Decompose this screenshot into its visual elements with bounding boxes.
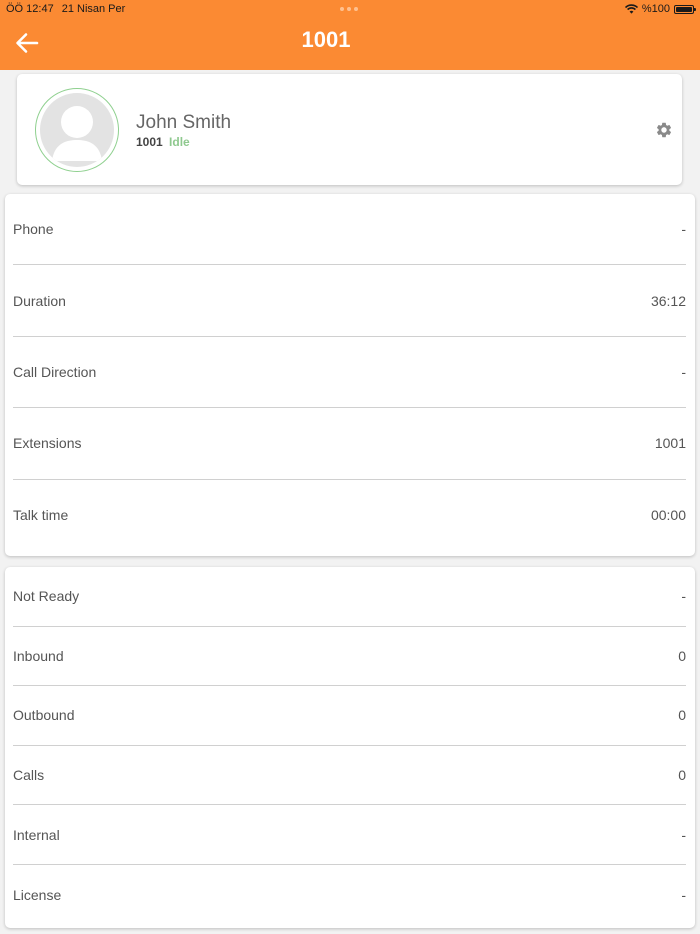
stat-row-internal: Internal - [13, 805, 686, 865]
info-row-phone: Phone - [13, 194, 686, 266]
row-value: 36:12 [650, 292, 686, 309]
stat-row-outbound: Outbound 0 [13, 686, 686, 746]
row-value: 00:00 [650, 507, 686, 524]
row-label: Talk time [13, 507, 69, 524]
row-label: Extensions [13, 435, 82, 452]
stat-row-not-ready: Not Ready - [13, 567, 686, 627]
battery-icon [674, 4, 696, 14]
info-row-talk-time: Talk time 00:00 [13, 480, 686, 551]
row-value: 0 [678, 767, 686, 784]
app-header: ÖÖ 12:47 21 Nisan Per %100 1001 [0, 0, 700, 70]
wifi-icon [624, 4, 638, 14]
stat-row-calls: Calls 0 [13, 746, 686, 806]
profile-extension: 1001 [136, 135, 163, 149]
info-row-extensions: Extensions 1001 [13, 408, 686, 480]
status-bar: ÖÖ 12:47 21 Nisan Per %100 [0, 0, 700, 18]
stat-row-license: License - [13, 865, 686, 925]
status-time: ÖÖ 12:47 [6, 3, 54, 15]
row-value: - [681, 826, 686, 843]
battery-percent: %100 [641, 3, 670, 15]
row-value: - [681, 886, 686, 903]
stat-row-inbound: Inbound 0 [13, 627, 686, 687]
call-info-card: Phone - Duration 36:12 Call Direction - … [5, 194, 695, 556]
status-date: 21 Nisan Per [61, 3, 126, 15]
profile-subtitle: 1001 Idle [136, 135, 190, 149]
page-title: 1001 [301, 27, 351, 52]
status-right: %100 [624, 3, 696, 15]
info-row-call-direction: Call Direction - [13, 337, 686, 409]
row-value: 1001 [654, 435, 686, 452]
row-value: 0 [678, 647, 686, 664]
row-label: Phone [13, 221, 54, 238]
row-label: Inbound [13, 647, 64, 664]
row-value: - [681, 588, 686, 605]
row-label: Internal [13, 826, 60, 843]
row-label: Not Ready [13, 588, 80, 605]
info-row-duration: Duration 36:12 [13, 265, 686, 337]
gear-icon[interactable] [655, 121, 673, 139]
row-value: 0 [678, 707, 686, 724]
status-left: ÖÖ 12:47 21 Nisan Per [6, 3, 133, 15]
row-label: License [13, 886, 62, 903]
stats-card: Not Ready - Inbound 0 Outbound 0 Calls 0… [5, 567, 695, 928]
row-label: Outbound [13, 707, 75, 724]
row-label: Call Direction [13, 363, 97, 380]
user-placeholder-icon [52, 106, 102, 161]
profile-name: John Smith [136, 112, 232, 133]
status-badge: Idle [169, 135, 190, 149]
row-label: Duration [13, 292, 66, 309]
multitasking-dots-icon[interactable] [340, 7, 358, 11]
avatar [35, 88, 119, 172]
row-value: - [681, 221, 686, 238]
profile-card: John Smith 1001 Idle [17, 74, 682, 185]
row-label: Calls [13, 767, 45, 784]
row-value: - [681, 363, 686, 380]
